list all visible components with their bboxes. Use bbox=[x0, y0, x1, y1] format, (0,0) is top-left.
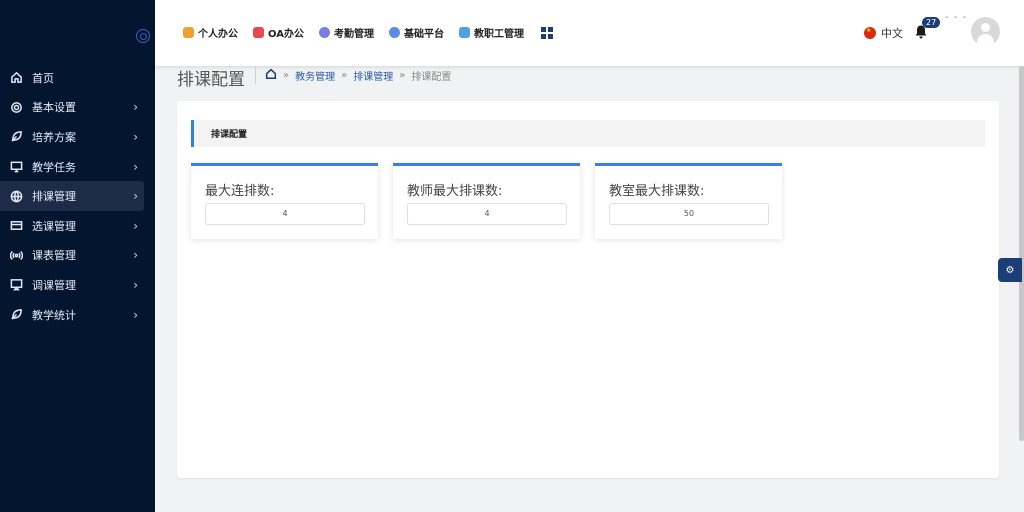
sidebar-item-label: 基本设置 bbox=[32, 101, 76, 115]
breadcrumb-current: 排课配置 bbox=[411, 72, 452, 83]
sidebar: 首页 基本设置 › 培养方案 › 教学任务 › 排课管理 › 选课管理 › 课表… bbox=[0, 0, 155, 512]
max-consecutive-input[interactable]: 4 bbox=[205, 203, 365, 225]
topnav-label: 考勤管理 bbox=[333, 29, 374, 40]
classroom-max-label: 教室最大排课数: bbox=[609, 184, 705, 199]
teacher-max-card: 教师最大排课数: 4 bbox=[393, 163, 580, 239]
scrollbar[interactable] bbox=[1019, 66, 1024, 441]
sidebar-item-course-selection[interactable]: 选课管理 › bbox=[0, 211, 155, 241]
sidebar-item-timetable[interactable]: 课表管理 › bbox=[0, 241, 155, 271]
top-nav: 个人办公 OA办公 考勤管理 基础平台 教职工管理 bbox=[183, 25, 553, 40]
classroom-max-card: 教室最大排课数: 50 bbox=[595, 163, 782, 239]
gear-icon bbox=[9, 100, 23, 114]
avatar[interactable] bbox=[971, 17, 1000, 46]
topnav-personal-office[interactable]: 个人办公 bbox=[183, 25, 238, 40]
chevron-right-icon: › bbox=[133, 100, 138, 115]
chevron-right-icon: › bbox=[133, 277, 138, 292]
max-consecutive-card: 最大连排数: 4 bbox=[191, 163, 378, 239]
gear-icon: ⚙ bbox=[1005, 264, 1015, 276]
screen-icon bbox=[9, 278, 23, 292]
main-panel: 排课配置 最大连排数: 4 教师最大排课数: 4 教室最大排课数: 50 bbox=[177, 101, 999, 478]
breadcrumb-separator: » bbox=[341, 70, 348, 81]
sidebar-item-scheduling[interactable]: 排课管理 › bbox=[0, 181, 144, 211]
sidebar-item-label: 首页 bbox=[32, 71, 54, 85]
topnav-oa-office[interactable]: OA办公 bbox=[253, 25, 304, 40]
topnav-label: 个人办公 bbox=[198, 29, 238, 40]
language-switcher[interactable]: 中文 bbox=[864, 25, 903, 41]
teacher-max-label: 教师最大排课数: bbox=[407, 184, 503, 199]
chevron-right-icon: › bbox=[133, 159, 138, 174]
leaf-icon bbox=[9, 130, 23, 144]
breadcrumb: » 教务管理 » 排课管理 » 排课配置 bbox=[265, 68, 451, 83]
settings-button[interactable]: ⚙ bbox=[998, 258, 1022, 282]
staff-icon bbox=[458, 27, 470, 38]
sidebar-item-label: 课表管理 bbox=[32, 249, 76, 263]
sidebar-item-course-adjustment[interactable]: 调课管理 › bbox=[0, 270, 155, 300]
china-flag-icon bbox=[864, 27, 876, 39]
sidebar-menu: 首页 基本设置 › 培养方案 › 教学任务 › 排课管理 › 选课管理 › 课表… bbox=[0, 63, 155, 329]
breadcrumb-academic-affairs[interactable]: 教务管理 bbox=[295, 68, 335, 83]
topnav-label: 基础平台 bbox=[403, 29, 444, 40]
breadcrumb-scheduling[interactable]: 排课管理 bbox=[353, 68, 393, 83]
sidebar-item-basic-settings[interactable]: 基本设置 › bbox=[0, 93, 155, 123]
sidebar-item-teaching-tasks[interactable]: 教学任务 › bbox=[0, 152, 155, 182]
chevron-right-icon: › bbox=[133, 307, 138, 322]
sidebar-item-label: 教学任务 bbox=[32, 160, 76, 174]
platform-icon bbox=[388, 27, 400, 38]
topnav-label: 教职工管理 bbox=[473, 29, 524, 40]
sidebar-item-label: 教学统计 bbox=[32, 308, 76, 322]
breadcrumb-separator: » bbox=[399, 70, 406, 81]
topnav-label: OA办公 bbox=[268, 29, 304, 40]
chevron-right-icon: › bbox=[133, 218, 138, 233]
section-title: 排课配置 bbox=[191, 120, 985, 147]
leaf-icon bbox=[9, 308, 23, 322]
sidebar-item-home[interactable]: 首页 bbox=[0, 63, 155, 93]
monitor-icon bbox=[9, 160, 23, 174]
apps-grid-icon[interactable] bbox=[540, 26, 553, 39]
card-icon bbox=[9, 219, 23, 233]
classroom-max-input[interactable]: 50 bbox=[609, 203, 769, 225]
sidebar-item-label: 培养方案 bbox=[32, 130, 76, 144]
sidebar-item-label: 选课管理 bbox=[32, 219, 76, 233]
home-icon bbox=[9, 71, 23, 85]
briefcase-icon bbox=[183, 27, 194, 38]
topnav-base-platform[interactable]: 基础平台 bbox=[388, 25, 444, 40]
sidebar-item-training-plan[interactable]: 培养方案 › bbox=[0, 122, 155, 152]
teacher-max-input[interactable]: 4 bbox=[407, 203, 567, 225]
sidebar-item-label: 排课管理 bbox=[32, 190, 76, 204]
sidebar-item-teaching-stats[interactable]: 教学统计 › bbox=[0, 300, 155, 330]
globe-icon bbox=[9, 189, 23, 203]
notification-badge: 27 bbox=[922, 17, 941, 28]
divider bbox=[255, 66, 256, 84]
office-icon bbox=[253, 27, 264, 38]
chevron-right-icon: › bbox=[133, 129, 138, 144]
max-consecutive-label: 最大连排数: bbox=[205, 184, 275, 199]
home-icon[interactable] bbox=[265, 68, 277, 83]
top-header: 个人办公 OA办公 考勤管理 基础平台 教职工管理 中文 27 - - - bbox=[155, 0, 1024, 66]
sidebar-collapse-icon[interactable] bbox=[136, 29, 150, 43]
topnav-attendance[interactable]: 考勤管理 bbox=[318, 25, 374, 40]
topnav-staff-management[interactable]: 教职工管理 bbox=[458, 25, 524, 40]
broadcast-icon bbox=[9, 248, 23, 262]
sidebar-item-label: 调课管理 bbox=[32, 278, 76, 292]
breadcrumb-separator: » bbox=[283, 70, 290, 81]
language-label: 中文 bbox=[881, 27, 903, 40]
chevron-right-icon: › bbox=[133, 189, 138, 204]
page-title: 排课配置 bbox=[177, 70, 245, 90]
chevron-right-icon: › bbox=[133, 248, 138, 263]
user-icon bbox=[318, 27, 330, 38]
username-placeholder: - - - bbox=[945, 12, 968, 23]
